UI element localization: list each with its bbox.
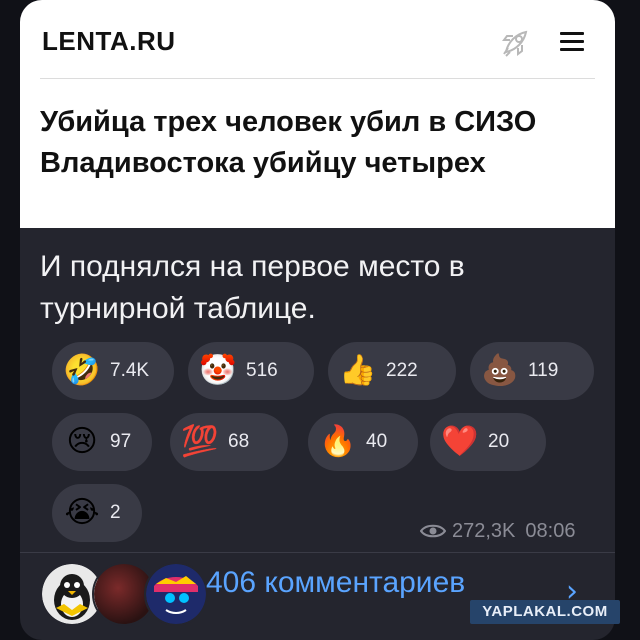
reaction-thumbs-up[interactable]: 👍 222: [328, 342, 456, 400]
reaction-sobbing[interactable]: 😭 2: [52, 484, 142, 542]
crying-emoji-icon: 😢: [66, 424, 98, 459]
reaction-count: 119: [528, 360, 559, 381]
comments-link[interactable]: 406 комментариев: [206, 566, 465, 600]
reaction-count: 7.4K: [110, 360, 150, 381]
message-card: LENTA.RU Убийца трех человек убил в СИЗО…: [20, 0, 615, 640]
hundred-emoji-icon: 💯: [181, 424, 219, 459]
avatar-colorful-face: [144, 562, 208, 626]
article-headline[interactable]: Убийца трех человек убил в СИЗО Владивос…: [40, 102, 585, 184]
comments-divider: [20, 552, 615, 553]
reaction-clown[interactable]: 🤡 516: [188, 342, 314, 400]
reaction-rofl[interactable]: 🤣 7.4K: [52, 342, 174, 400]
reaction-count: 40: [366, 431, 388, 452]
eye-icon: [420, 524, 446, 538]
commenter-avatars[interactable]: [40, 562, 210, 626]
site-logo: LENTA.RU: [42, 26, 176, 56]
reaction-fire[interactable]: 🔥 40: [308, 413, 418, 471]
thumbs-up-emoji-icon: 👍: [339, 353, 377, 388]
rofl-emoji-icon: 🤣: [63, 353, 101, 388]
clown-emoji-icon: 🤡: [199, 353, 237, 388]
view-count: 272,3K: [452, 519, 516, 542]
poop-emoji-icon: 💩: [481, 353, 519, 388]
reaction-count: 222: [386, 360, 418, 381]
link-preview[interactable]: LENTA.RU Убийца трех человек убил в СИЗО…: [20, 0, 615, 228]
reaction-hundred[interactable]: 💯 68: [170, 413, 288, 471]
reaction-count: 516: [246, 360, 278, 381]
reaction-count: 68: [228, 431, 250, 452]
message-meta: 272,3K 08:06: [420, 516, 575, 546]
sobbing-emoji-icon: 😭: [64, 495, 100, 530]
message-text: И поднялся на первое место в турнирной т…: [40, 250, 465, 325]
header-divider: [40, 78, 595, 79]
watermark: YAPLAKAL.COM: [470, 600, 620, 624]
site-header: LENTA.RU: [20, 0, 615, 80]
fire-emoji-icon: 🔥: [319, 424, 357, 459]
reaction-count: 2: [110, 502, 121, 523]
rocket-icon: [502, 30, 528, 57]
message-time: 08:06: [525, 519, 576, 542]
reaction-crying[interactable]: 😢 97: [52, 413, 152, 471]
reaction-heart[interactable]: ❤️ 20: [430, 413, 546, 471]
reaction-count: 20: [488, 431, 510, 452]
hamburger-menu-icon[interactable]: [560, 32, 584, 52]
reaction-poop[interactable]: 💩 119: [470, 342, 594, 400]
heart-emoji-icon: ❤️: [441, 424, 479, 459]
reaction-count: 97: [110, 431, 132, 452]
